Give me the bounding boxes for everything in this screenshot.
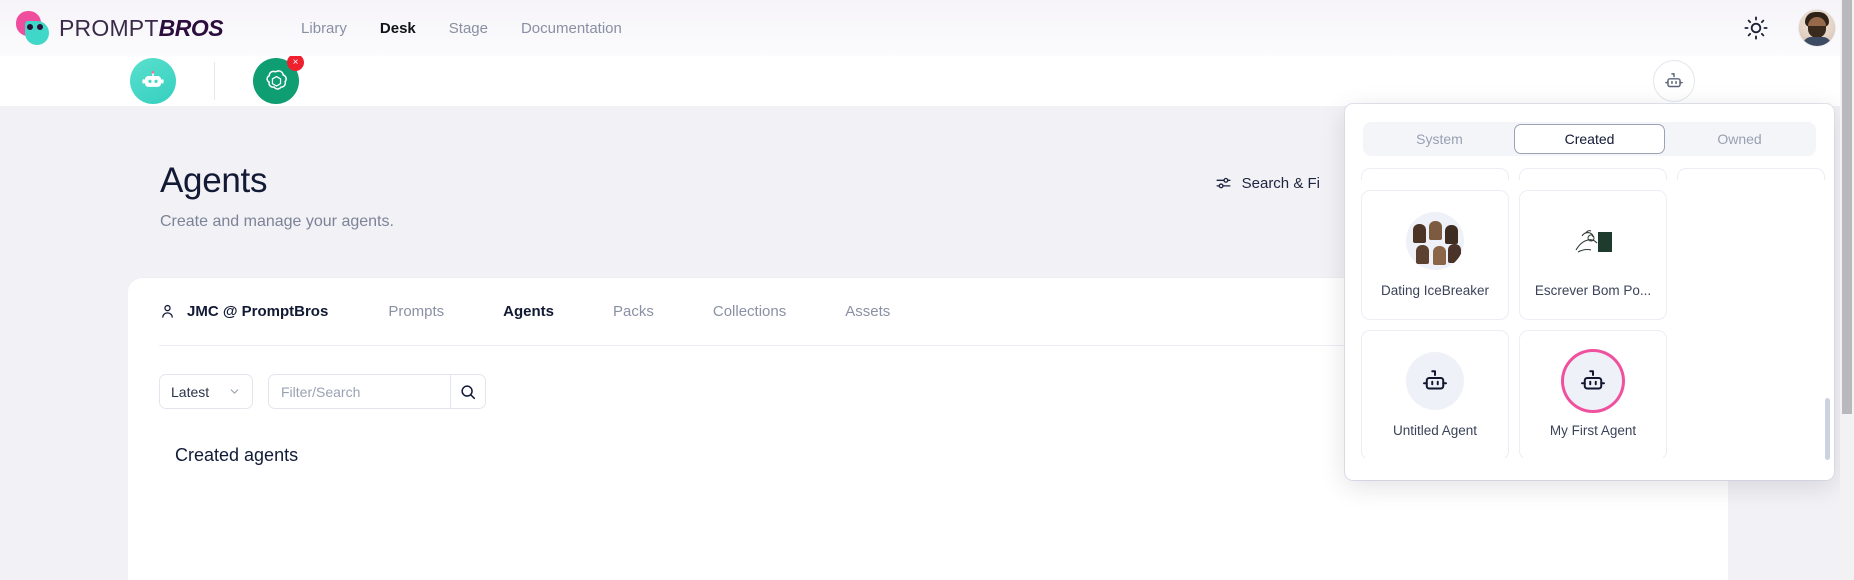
robot-icon <box>1581 370 1605 390</box>
agents-dropdown-panel: System Created Owned Dating IceBreaker E… <box>1345 104 1834 480</box>
top-header: PROMPTBROS Library Desk Stage Documentat… <box>0 0 1854 56</box>
nav-item-library[interactable]: Library <box>301 20 347 37</box>
robot-icon <box>1423 370 1447 390</box>
agent-card-label: Untitled Agent <box>1392 423 1478 438</box>
agent-chip-openai[interactable]: × <box>253 54 304 104</box>
agent-thumbnail-selected <box>1564 352 1622 410</box>
person-icon <box>162 304 173 318</box>
main-navigation: Library Desk Stage Documentation <box>301 20 622 37</box>
nav-item-documentation[interactable]: Documentation <box>521 20 622 37</box>
brand-name-light: PROMPT <box>59 14 159 41</box>
agent-grid: Dating IceBreaker Escrever Bom Po... Unt… <box>1361 190 1818 458</box>
segment-created[interactable]: Created <box>1514 124 1665 154</box>
agent-card-partial[interactable] <box>1677 168 1825 180</box>
search-submit-button[interactable] <box>450 374 486 409</box>
page-scrollbar-thumb[interactable] <box>1842 0 1852 414</box>
agent-card-label: My First Agent <box>1549 423 1637 438</box>
page-scrollbar[interactable] <box>1840 0 1854 580</box>
page-subtitle: Create and manage your agents. <box>160 213 394 230</box>
openai-icon <box>265 69 287 90</box>
brand-wordmark: PROMPTBROS <box>59 14 224 42</box>
panel-agent-list: Dating IceBreaker Escrever Bom Po... Unt… <box>1345 168 1834 458</box>
search-icon <box>461 384 476 399</box>
page-title: Agents <box>160 161 268 200</box>
panel-scrollbar-thumb[interactable] <box>1825 398 1830 460</box>
owner-name: JMC @ PromptBros <box>187 303 329 320</box>
agent-thumbnail <box>1406 212 1464 270</box>
add-agent-robot-button[interactable] <box>1653 60 1695 102</box>
robot-icon <box>1665 73 1683 88</box>
sort-select[interactable]: Latest <box>159 374 253 409</box>
tab-prompts[interactable]: Prompts <box>374 303 458 320</box>
page-header: Agents Create and manage your agents. <box>160 161 394 231</box>
brand-logo[interactable]: PROMPTBROS <box>16 11 224 45</box>
filter-search-input[interactable] <box>268 374 450 409</box>
filter-sliders-icon <box>1216 177 1231 189</box>
agent-card-label: Dating IceBreaker <box>1380 283 1490 298</box>
panel-segmented-control: System Created Owned <box>1363 122 1816 156</box>
avatar[interactable] <box>1799 10 1835 46</box>
agent-card-escrever-bom[interactable]: Escrever Bom Po... <box>1519 190 1667 320</box>
agent-card-label: Escrever Bom Po... <box>1534 283 1652 298</box>
agent-card-untitled-agent[interactable]: Untitled Agent <box>1361 330 1509 458</box>
nav-item-desk[interactable]: Desk <box>380 20 416 37</box>
sort-select-value: Latest <box>171 383 210 400</box>
agent-thumbnail <box>1406 352 1464 410</box>
agent-card-partial[interactable] <box>1361 168 1509 180</box>
search-and-filter-button[interactable]: Search & Fi <box>1214 174 1320 193</box>
agent-chip-robot[interactable] <box>130 58 176 104</box>
sketch-illustration <box>1572 230 1614 253</box>
tab-packs[interactable]: Packs <box>599 303 668 320</box>
partial-row-above <box>1361 168 1825 180</box>
agent-card-partial[interactable] <box>1519 168 1667 180</box>
agent-thumbnail <box>1564 212 1622 270</box>
sun-icon[interactable] <box>1743 15 1769 41</box>
agent-chips: × <box>130 54 304 104</box>
segment-owned[interactable]: Owned <box>1665 124 1814 154</box>
agent-card-my-first-agent[interactable]: My First Agent <box>1519 330 1667 458</box>
robot-icon <box>142 71 164 87</box>
filter-search-group <box>268 374 486 409</box>
chip-close-icon[interactable]: × <box>287 54 304 71</box>
agent-card-dating-icebreaker[interactable]: Dating IceBreaker <box>1361 190 1509 320</box>
header-actions <box>1743 10 1835 46</box>
chip-divider <box>214 62 215 100</box>
agent-chip-bar: × <box>0 54 1854 106</box>
segment-system[interactable]: System <box>1365 124 1514 154</box>
tab-agents[interactable]: Agents <box>489 303 568 320</box>
chevron-down-icon <box>230 389 239 394</box>
owner-identity[interactable]: JMC @ PromptBros <box>159 303 328 320</box>
brand-name-bold: BROS <box>158 14 224 41</box>
tab-assets[interactable]: Assets <box>831 303 904 320</box>
search-and-filter-label: Search & Fi <box>1241 175 1320 192</box>
panel-scrollbar[interactable] <box>1825 170 1830 460</box>
nav-item-stage[interactable]: Stage <box>449 20 488 37</box>
promptbros-logo-icon <box>16 11 50 45</box>
tab-collections[interactable]: Collections <box>699 303 800 320</box>
